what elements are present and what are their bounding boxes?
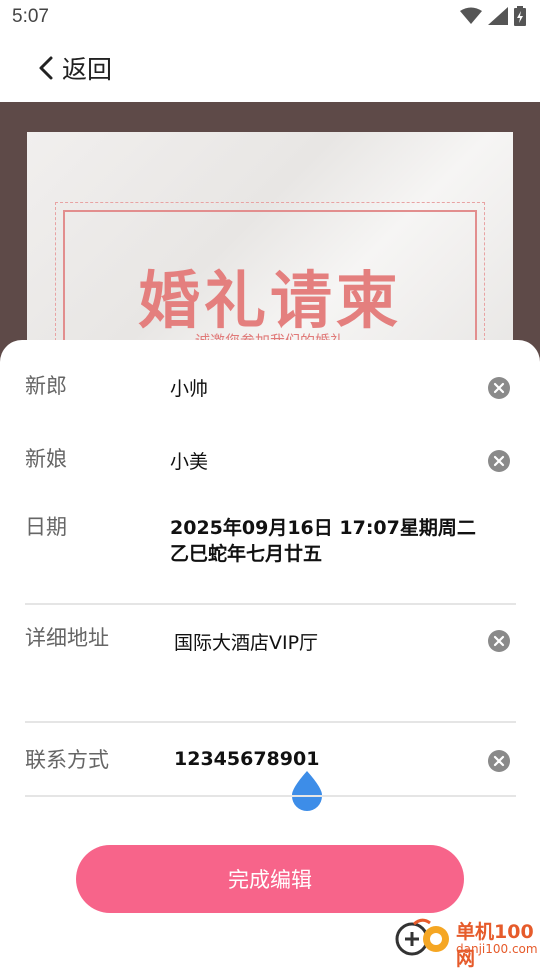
bride-input[interactable]: 小美 [170, 447, 208, 474]
groom-label: 新郎 [25, 374, 67, 398]
date-value-solar[interactable]: 2025年09月16日 17:07星期周二 [170, 513, 476, 540]
watermark: 单机100网 danji100.com [392, 917, 540, 970]
done-editing-button[interactable]: 完成编辑 [76, 845, 464, 913]
nav-bar: 返回 [0, 36, 540, 102]
edit-sheet: 新郎 小帅 新娘 小美 日期 2025年09月16日 17:07星期周二 乙巳蛇… [0, 340, 540, 970]
bride-label: 新娘 [25, 447, 67, 471]
wifi-icon [460, 7, 482, 24]
address-input[interactable]: 国际大酒店VIP厅 [174, 628, 318, 655]
groom-input[interactable]: 小帅 [170, 374, 208, 401]
bride-clear-button[interactable] [488, 450, 510, 472]
divider [25, 603, 516, 605]
clear-icon [493, 455, 505, 467]
date-label: 日期 [25, 515, 67, 539]
contact-clear-button[interactable] [488, 750, 510, 772]
contact-label: 联系方式 [25, 748, 109, 772]
divider [25, 795, 516, 797]
clear-icon [493, 382, 505, 394]
battery-icon [514, 6, 526, 26]
clear-icon [493, 635, 505, 647]
groom-clear-button[interactable] [488, 377, 510, 399]
contact-input[interactable]: 12345678901 [174, 748, 319, 770]
chevron-left-icon [39, 56, 53, 80]
status-time: 5:07 [12, 6, 49, 27]
status-icons [460, 6, 526, 26]
clear-icon [493, 755, 505, 767]
watermark-logo-icon [395, 918, 449, 956]
status-bar: 5:07 [0, 0, 540, 36]
date-value-lunar[interactable]: 乙巳蛇年七月廿五 [170, 539, 322, 566]
card-title: 婚礼请柬 [137, 264, 402, 337]
watermark-url: danji100.com [456, 942, 538, 956]
back-button[interactable]: 返回 [38, 50, 112, 86]
signal-icon [488, 7, 508, 25]
address-label: 详细地址 [25, 626, 109, 650]
text-cursor-handle[interactable] [291, 771, 323, 811]
address-clear-button[interactable] [488, 630, 510, 652]
divider [25, 721, 516, 723]
back-label: 返回 [62, 55, 113, 84]
